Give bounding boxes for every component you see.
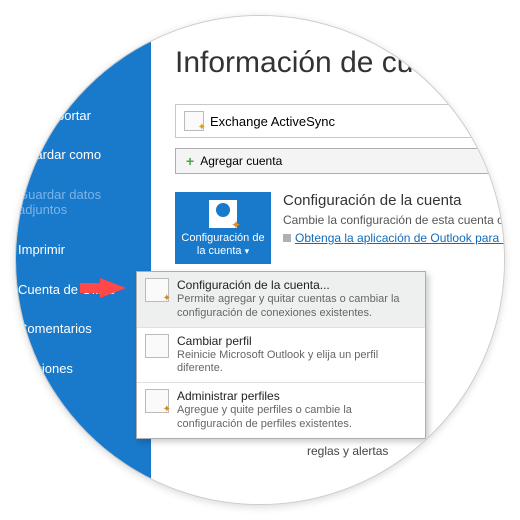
dd-title: Administrar perfiles (177, 389, 417, 404)
bullet-icon (283, 234, 291, 242)
chevron-down-icon: ▾ (245, 246, 250, 256)
account-settings-icon (209, 200, 237, 228)
config-heading: Configuración de la cuenta (283, 192, 505, 209)
dropdown-item-manage-profiles[interactable]: Administrar perfiles Agregue y quite per… (137, 382, 425, 438)
account-settings-button[interactable]: Configuración de la cuenta ▾ (175, 192, 271, 264)
account-settings-description: Configuración de la cuenta Cambie la con… (283, 192, 505, 249)
add-account-label: Agregar cuenta (200, 154, 282, 168)
sidebar-item-info[interactable]: ción (15, 56, 151, 96)
rules-alerts-label: reglas y alertas (307, 444, 388, 458)
config-text: Cambie la configuración de esta cuenta o… (283, 213, 505, 227)
change-profile-icon (145, 334, 169, 358)
dd-sub: Agregue y quite perfiles o cambie la con… (177, 404, 417, 432)
dd-sub: Reinicie Microsoft Outlook y elija un pe… (177, 349, 417, 377)
plus-icon: + (186, 153, 194, 169)
outlook-app-link[interactable]: Obtenga la aplicación de Outlook para iP… (295, 231, 505, 245)
account-settings-gear-icon (145, 278, 169, 302)
red-arrow-annotation (100, 278, 126, 298)
account-settings-dropdown: Configuración de la cuenta... Permite ag… (136, 271, 426, 439)
sync-label: Exchange ActiveSync (210, 114, 335, 129)
add-account-button[interactable]: + Agregar cuenta (175, 148, 505, 174)
sync-icon (184, 111, 204, 131)
sidebar-item-print[interactable]: Imprimir (15, 230, 151, 270)
sidebar-item-save-as[interactable]: Guardar como (15, 135, 151, 175)
sidebar-item-save-attachments: Guardar datos adjuntos (15, 175, 151, 230)
dd-sub: Permite agregar y quitar cuentas o cambi… (177, 293, 417, 321)
dropdown-item-change-profile[interactable]: Cambiar perfil Reinicie Microsoft Outloo… (137, 327, 425, 383)
dropdown-item-account-settings[interactable]: Configuración de la cuenta... Permite ag… (137, 272, 425, 327)
sidebar-item-open-export[interactable]: rir y exportar (15, 96, 151, 136)
sidebar-item-options[interactable]: Opciones (15, 349, 151, 389)
page-title: Información de cu (175, 46, 505, 80)
account-settings-button-label: Configuración de la cuenta (181, 232, 264, 257)
dd-title: Configuración de la cuenta... (177, 278, 417, 293)
manage-profiles-icon (145, 389, 169, 413)
dd-title: Cambiar perfil (177, 334, 417, 349)
account-type-box: Exchange ActiveSync (175, 104, 505, 138)
sidebar-item-feedback[interactable]: Comentarios (15, 309, 151, 349)
backstage-sidebar: ción rir y exportar Guardar como Guardar… (15, 15, 151, 505)
